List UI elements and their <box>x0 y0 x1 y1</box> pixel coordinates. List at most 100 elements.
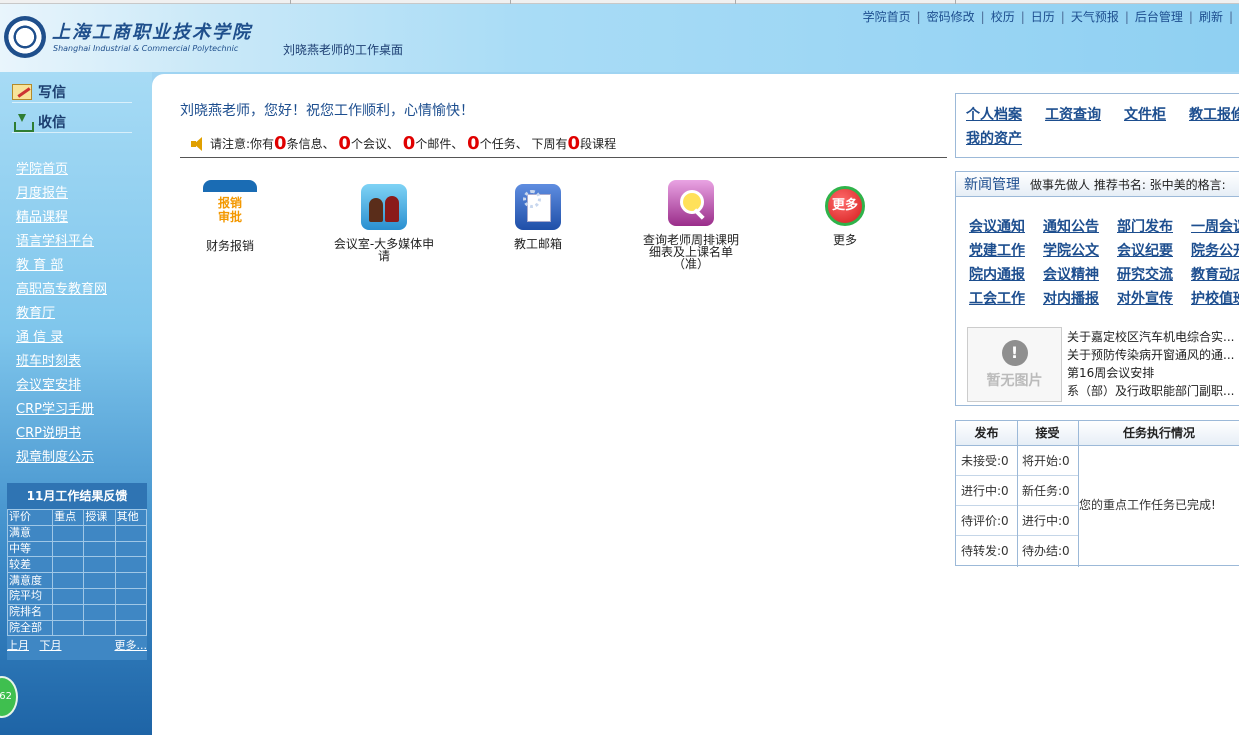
app-schedule-query[interactable]: 查询老师周排课明细表及上课名单（准） <box>638 180 744 270</box>
news-category[interactable]: 工会工作 <box>969 288 1025 308</box>
meeting-people-icon <box>361 184 407 230</box>
sidebar-link-home[interactable]: 学院首页 <box>16 161 107 185</box>
nav-refresh[interactable]: 刷新 <box>1199 10 1223 24</box>
receive-label: 收信 <box>38 114 66 131</box>
write-mail-button[interactable]: 写信 <box>12 81 132 103</box>
feedback-row-label: 中等 <box>6 540 54 558</box>
feedback-row: 院排名 <box>6 603 148 621</box>
task-count[interactable]: 0 <box>467 133 480 154</box>
link-salary[interactable]: 工资查询 <box>1045 107 1101 123</box>
news-category[interactable]: 研究交流 <box>1117 264 1173 284</box>
feedback-row-label: 院平均 <box>6 587 54 605</box>
sidebar-link-crp-manual[interactable]: CRP学习手册 <box>16 401 107 425</box>
news-item[interactable]: 系（部）及行政职能部门副职... <box>1067 382 1234 400</box>
news-item[interactable]: 关于预防传染病开窗通风的通... <box>1067 346 1234 364</box>
nav-weather[interactable]: 天气预报 <box>1071 10 1119 24</box>
sidebar-link-education-dept[interactable]: 教育厅 <box>16 305 107 329</box>
feedback-panel: 11月工作结果反馈 评价 重点 授课 其他 满意 中等 较差 满意度 院平均 院… <box>6 483 148 660</box>
news-category[interactable]: 通知公告 <box>1043 216 1099 236</box>
sidebar-link-crp-guide[interactable]: CRP说明书 <box>16 425 107 449</box>
prev-month-link[interactable]: 上月 <box>7 639 29 652</box>
sidebar-link-courses[interactable]: 精品课程 <box>16 209 107 233</box>
app-more[interactable]: 更多 更多 <box>810 186 880 246</box>
news-item[interactable]: 第16周会议安排 <box>1067 364 1234 382</box>
top-nav: 学院首页 | 密码修改 | 校历 | 日历 | 天气预报 | 后台管理 | 刷新 | <box>862 10 1233 24</box>
feedback-row-label: 院排名 <box>6 603 54 621</box>
news-category[interactable]: 会议纪要 <box>1117 240 1173 260</box>
feedback-row: 院全部 <box>6 619 148 637</box>
news-category[interactable]: 院内通报 <box>969 264 1025 284</box>
school-emblem-icon <box>4 16 46 58</box>
sidebar-link-bus-schedule[interactable]: 班车时刻表 <box>16 353 107 377</box>
more-icon: 更多 <box>825 186 865 226</box>
next-month-link[interactable]: 下月 <box>40 639 62 652</box>
link-my-assets[interactable]: 我的资产 <box>966 131 1022 147</box>
sidebar-link-contacts[interactable]: 通 信 录 <box>16 329 107 353</box>
mail-count[interactable]: 0 <box>403 133 416 154</box>
news-category[interactable]: 教育动态 <box>1191 264 1239 284</box>
app-label: 查询老师周排课明细表及上课名单（准） <box>642 233 739 271</box>
sidebar-link-meeting-rooms[interactable]: 会议室安排 <box>16 377 107 401</box>
feedback-table: 评价 重点 授课 其他 满意 中等 较差 满意度 院平均 院排名 院全部 <box>6 509 148 637</box>
news-category[interactable]: 学院公文 <box>1043 240 1099 260</box>
news-panel: 新闻管理 做事先做人 推荐书名: 张中美的格言: 会议通知 通知公告 部门发布 … <box>955 171 1239 406</box>
app-label: 更多 <box>832 233 857 247</box>
app-finance[interactable]: 报销 审批 财务报销 <box>180 180 280 252</box>
news-category[interactable]: 会议精神 <box>1043 264 1099 284</box>
task-status-text: 您的重点工作任务已完成! <box>1079 498 1216 512</box>
sidebar-link-ministry[interactable]: 教 育 部 <box>16 257 107 281</box>
task-publish-cell[interactable]: 未接受:0 <box>956 446 1017 476</box>
link-personal-file[interactable]: 个人档案 <box>966 107 1022 123</box>
task-accept-cell[interactable]: 新任务:0 <box>1017 476 1078 506</box>
news-category[interactable]: 部门发布 <box>1117 216 1173 236</box>
feedback-header: 评价 <box>6 509 54 526</box>
news-category[interactable]: 党建工作 <box>969 240 1025 260</box>
feedback-row: 较差 <box>6 556 148 574</box>
task-accept-cell[interactable]: 进行中:0 <box>1017 506 1078 536</box>
news-category[interactable]: 护校值班 <box>1191 288 1239 308</box>
feedback-title: 11月工作结果反馈 <box>7 483 147 509</box>
nav-school-calendar[interactable]: 校历 <box>991 10 1015 24</box>
task-accept-cell[interactable]: 将开始:0 <box>1017 446 1078 476</box>
nav-calendar[interactable]: 日历 <box>1031 10 1055 24</box>
quick-links-panel: 个人档案 工资查询 文件柜 教工报修 我的资产 <box>955 93 1239 158</box>
nav-admin[interactable]: 后台管理 <box>1135 10 1183 24</box>
news-category[interactable]: 对内播报 <box>1043 288 1099 308</box>
news-category[interactable]: 院务公开 <box>1191 240 1239 260</box>
nav-password[interactable]: 密码修改 <box>927 10 975 24</box>
app-staff-mail[interactable]: 教工邮箱 <box>488 184 588 250</box>
sidebar-link-vocational-net[interactable]: 高职高专教育网 <box>16 281 107 305</box>
feedback-row-label: 院全部 <box>6 619 54 637</box>
task-publish-cell[interactable]: 进行中:0 <box>956 476 1017 506</box>
feedback-row-label: 满意度 <box>6 572 54 589</box>
meeting-count[interactable]: 0 <box>338 133 351 154</box>
course-count[interactable]: 0 <box>568 133 581 154</box>
feedback-more-link[interactable]: 更多... <box>115 637 148 653</box>
quick-links-row: 我的资产 <box>966 128 1045 148</box>
news-item[interactable]: 关于嘉定校区汽车机电综合实... <box>1067 328 1234 346</box>
link-file-cabinet[interactable]: 文件柜 <box>1124 107 1166 123</box>
task-publish-cell[interactable]: 待转发:0 <box>956 536 1017 566</box>
download-icon <box>12 113 34 132</box>
link-repair[interactable]: 教工报修 <box>1189 107 1239 123</box>
exclamation-icon: ! <box>1001 340 1028 366</box>
sidebar-link-language-platform[interactable]: 语言学科平台 <box>16 233 107 257</box>
sidebar-link-regulations[interactable]: 规章制度公示 <box>16 449 107 473</box>
write-icon <box>12 83 32 100</box>
feedback-header-row: 评价 重点 授课 其他 <box>6 509 148 526</box>
feedback-row-label: 满意 <box>6 524 54 542</box>
news-category[interactable]: 对外宣传 <box>1117 288 1173 308</box>
task-publish-cell[interactable]: 待评价:0 <box>956 506 1017 536</box>
desk-title: 刘晓燕老师的工作桌面 <box>283 43 404 57</box>
info-count[interactable]: 0 <box>274 133 287 154</box>
task-header-status: 任务执行情况 <box>1078 421 1239 446</box>
news-category[interactable]: 一周会议 <box>1191 216 1239 236</box>
news-category[interactable]: 会议通知 <box>969 216 1025 236</box>
feedback-header: 重点 <box>52 509 85 526</box>
nav-home[interactable]: 学院首页 <box>863 10 911 24</box>
task-accept-cell[interactable]: 待办结:0 <box>1017 536 1078 566</box>
sidebar-link-monthly-report[interactable]: 月度报告 <box>16 185 107 209</box>
header: 上海工商职业技术学院 Shanghai Industrial & Commerc… <box>0 4 1239 72</box>
receive-mail-button[interactable]: 收信 <box>12 111 132 133</box>
app-meeting-room[interactable]: 会议室-大多媒体申请 <box>332 184 436 262</box>
